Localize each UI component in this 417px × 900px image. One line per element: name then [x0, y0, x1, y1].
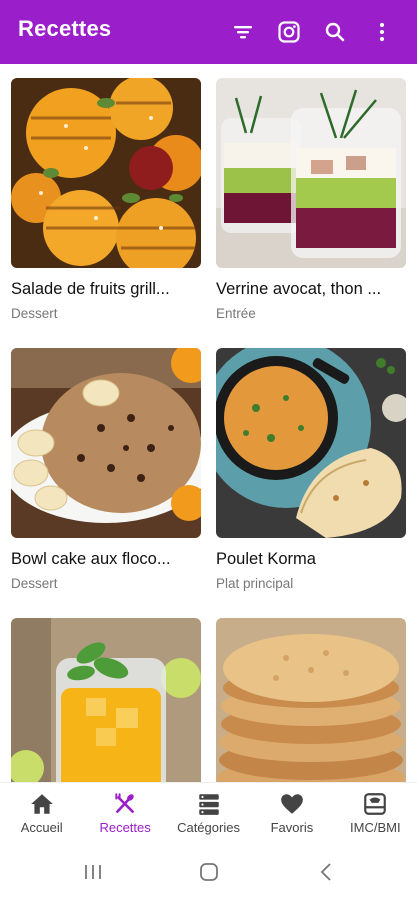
nav-label: Favoris: [270, 820, 314, 835]
instagram-icon[interactable]: [275, 18, 303, 46]
recipe-name: Verrine avocat, thon ...: [216, 280, 382, 298]
recipe-category: Plat principal: [216, 576, 294, 591]
nav-item-accueil[interactable]: Accueil: [0, 783, 83, 844]
utensils-icon: [115, 793, 134, 813]
recipe-photo-bowl-cake: [11, 348, 201, 538]
categories-icon: [198, 794, 219, 815]
filter-icon[interactable]: [229, 18, 257, 46]
recipe-grid: Salade de fruits grill... Dessert Verrin…: [0, 64, 417, 782]
recipe-photo-juice: [11, 618, 201, 782]
recents-icon[interactable]: [82, 861, 104, 883]
recipe-photo-poulet-korma: [216, 348, 406, 538]
recipe-name: Bowl cake aux floco...: [11, 550, 171, 568]
recipe-card[interactable]: [11, 618, 201, 782]
nav-item-recettes[interactable]: Recettes: [83, 783, 166, 844]
nav-item-imc-bmi[interactable]: IMC/BMI: [334, 783, 417, 844]
heart-icon: [281, 794, 303, 814]
nav-label: IMC/BMI: [350, 820, 401, 835]
recipe-photo-verrine: [216, 78, 406, 268]
recipe-photo-grilled-fruit: [11, 78, 201, 268]
home-icon: [30, 794, 53, 814]
recipe-card[interactable]: Salade de fruits grill... Dessert: [11, 78, 201, 321]
nav-label: Catégories: [177, 820, 240, 835]
system-navigation-bar: [0, 844, 417, 900]
nav-label: Recettes: [99, 820, 151, 835]
recipe-category: Entrée: [216, 306, 256, 321]
recipe-card[interactable]: [216, 618, 406, 782]
more-vert-icon[interactable]: [368, 18, 396, 46]
recipe-card[interactable]: Verrine avocat, thon ... Entrée: [216, 78, 406, 321]
search-icon[interactable]: [321, 18, 349, 46]
recipe-photo-pancakes: [216, 618, 406, 782]
page-title: Recettes: [18, 16, 112, 41]
nav-item-categories[interactable]: Catégories: [167, 783, 250, 844]
recipe-card[interactable]: Bowl cake aux floco... Dessert: [11, 348, 201, 591]
nav-label: Accueil: [20, 820, 63, 835]
recipe-category: Dessert: [11, 576, 58, 591]
recipe-name: Salade de fruits grill...: [11, 280, 170, 298]
recipe-category: Dessert: [11, 306, 58, 321]
home-circle-icon[interactable]: [198, 861, 220, 883]
app-bar: Recettes: [0, 0, 417, 64]
back-icon[interactable]: [316, 861, 338, 883]
recipe-card[interactable]: Poulet Korma Plat principal: [216, 348, 406, 591]
recipe-name: Poulet Korma: [216, 550, 316, 568]
scale-icon: [364, 793, 387, 815]
bottom-navigation: Accueil Recettes Catégories Favoris IMC/…: [0, 782, 417, 844]
nav-item-favoris[interactable]: Favoris: [250, 783, 333, 844]
